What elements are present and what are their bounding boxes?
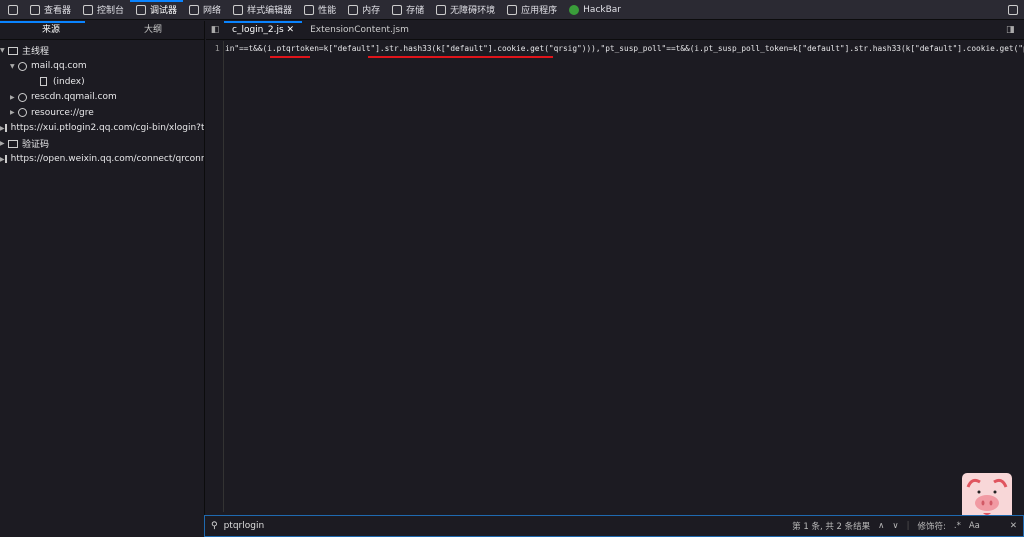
frame-icon bbox=[4, 155, 7, 164]
tree-item[interactable]: ▶ https://open.weixin.qq.com/connect/qrco… bbox=[0, 152, 204, 168]
tree-item-label: https://xui.ptlogin2.qq.com/cgi-bin/xlog… bbox=[10, 123, 204, 134]
picker-button[interactable] bbox=[2, 0, 24, 20]
tree-item[interactable]: (index) bbox=[0, 74, 204, 90]
tool-label: HackBar bbox=[583, 4, 621, 15]
tree-item[interactable]: ▼ 主线程 bbox=[0, 43, 204, 59]
globe-icon bbox=[18, 108, 27, 118]
tool-label: 网络 bbox=[203, 6, 222, 16]
tool-label: 应用程序 bbox=[521, 6, 558, 16]
red-underline bbox=[368, 56, 553, 58]
tree-item[interactable]: ▶ resource://gre bbox=[0, 105, 204, 121]
tab-tool-8[interactable]: 无障碍环境 bbox=[430, 0, 501, 20]
close-icon[interactable]: ✕ bbox=[287, 25, 295, 35]
tool-icon bbox=[83, 4, 94, 15]
tool-label: 存储 bbox=[406, 6, 425, 16]
tree-item-label: 验证码 bbox=[22, 140, 50, 151]
tab-tool-0[interactable]: 查看器 bbox=[24, 0, 77, 20]
tab-label: c_login_2.js bbox=[232, 24, 284, 35]
tab-tool-7[interactable]: 存储 bbox=[386, 0, 430, 20]
tool-icon bbox=[233, 4, 244, 15]
frame-icon bbox=[4, 124, 7, 133]
picker-icon bbox=[8, 4, 18, 15]
tree-item-label: https://open.weixin.qq.com/connect/qrcon… bbox=[10, 154, 204, 165]
case-toggle[interactable]: Aa bbox=[969, 521, 980, 531]
globe-icon bbox=[18, 92, 27, 102]
tab-tool-1[interactable]: 控制台 bbox=[77, 0, 130, 20]
tab-tool-3[interactable]: 网络 bbox=[183, 0, 227, 20]
search-results-count: 第 1 条, 共 2 条结果 bbox=[792, 522, 871, 532]
tab-tool-4[interactable]: 样式编辑器 bbox=[227, 0, 298, 20]
tab-tool-10[interactable]: HackBar bbox=[563, 0, 627, 20]
tree-item[interactable]: ▶ rescdn.qqmail.com bbox=[0, 90, 204, 106]
next-result-button[interactable]: ∨ bbox=[892, 521, 898, 531]
expand-arrow-icon[interactable]: ▼ bbox=[0, 47, 8, 54]
sources-sidebar: 来源 大纲 ▼ 主线程 ▼ mail.qq.com (index) ▶ rescdn.qqm… bbox=[0, 21, 205, 537]
tool-icon bbox=[136, 4, 147, 15]
tool-label: 调试器 bbox=[150, 6, 178, 16]
tree-item-label: rescdn.qqmail.com bbox=[31, 92, 117, 103]
source-tree: ▼ 主线程 ▼ mail.qq.com (index) ▶ rescdn.qqmail.co… bbox=[0, 40, 204, 167]
expand-arrow-icon[interactable]: ▼ bbox=[10, 63, 18, 70]
file-icon bbox=[40, 77, 47, 87]
tool-icon bbox=[436, 4, 447, 15]
tree-item-label: resource://gre bbox=[31, 107, 94, 118]
globe-icon bbox=[18, 61, 27, 71]
tab-c-login-2-js[interactable]: c_login_2.js ✕ bbox=[224, 20, 303, 40]
tool-label: 无障碍环境 bbox=[450, 6, 496, 16]
regex-toggle[interactable]: .* bbox=[954, 521, 961, 531]
tree-item[interactable]: ▶ https://xui.ptlogin2.qq.com/cgi-bin/xlo… bbox=[0, 121, 204, 137]
frame-icon bbox=[8, 46, 18, 55]
tool-label: 控制台 bbox=[97, 6, 125, 16]
tool-icon bbox=[507, 4, 518, 15]
tool-icon bbox=[569, 4, 580, 15]
tool-icon bbox=[304, 4, 315, 15]
line-number: 1 bbox=[206, 41, 224, 512]
tool-icon bbox=[189, 4, 200, 15]
tab-sources[interactable]: 来源 bbox=[0, 21, 102, 39]
tool-icon bbox=[392, 4, 403, 15]
toggle-panel-icon[interactable]: ◨ bbox=[1006, 25, 1024, 35]
editor-tabs: ◧ c_login_2.js ✕ ExtensionContent.jsm ◨ bbox=[206, 20, 1024, 40]
red-underline bbox=[270, 56, 310, 58]
code-line[interactable]: in"==t&&(i.ptqrtoken=k["default"].str.ha… bbox=[225, 41, 1024, 56]
tree-item-label: mail.qq.com bbox=[31, 61, 87, 72]
modifiers-label: 修饰符: bbox=[917, 522, 946, 532]
tree-item-label: 主线程 bbox=[22, 47, 50, 58]
tab-tool-2[interactable]: 调试器 bbox=[130, 0, 184, 20]
expand-arrow-icon[interactable]: ▶ bbox=[10, 94, 18, 101]
dock-icon bbox=[1008, 4, 1018, 15]
expand-arrow-icon[interactable]: ▶ bbox=[10, 109, 18, 116]
search-icon: ⚲ bbox=[211, 521, 218, 531]
devtools-toolbar: 查看器 控制台 调试器 网络 样式编辑器 性能 内存 存储 无障碍环境 应用程序 HackBar bbox=[0, 0, 1024, 20]
search-bar: ⚲ 第 1 条, 共 2 条结果 ∧ ∨ | 修饰符: .* Aa ✕ bbox=[204, 515, 1024, 537]
tool-icon bbox=[348, 4, 359, 15]
tree-item-label: (index) bbox=[53, 76, 85, 87]
tab-extension-content[interactable]: ExtensionContent.jsm bbox=[302, 21, 417, 40]
tool-label: 内存 bbox=[362, 6, 381, 16]
search-input[interactable] bbox=[223, 521, 793, 531]
tree-item[interactable]: ▼ mail.qq.com bbox=[0, 59, 204, 75]
tool-label: 样式编辑器 bbox=[247, 6, 293, 16]
dock-button[interactable] bbox=[1002, 0, 1024, 20]
expand-arrow-icon[interactable]: ▶ bbox=[0, 140, 8, 147]
toggle-sidebar-icon[interactable]: ◧ bbox=[206, 25, 224, 35]
tab-outline[interactable]: 大纲 bbox=[102, 21, 204, 39]
tool-label: 性能 bbox=[318, 6, 337, 16]
tool-icon bbox=[30, 4, 40, 15]
frame-icon bbox=[8, 139, 18, 148]
tab-tool-9[interactable]: 应用程序 bbox=[501, 0, 563, 20]
tree-item[interactable]: ▶ 验证码 bbox=[0, 136, 204, 152]
close-search-button[interactable]: ✕ bbox=[1010, 521, 1017, 531]
tab-tool-5[interactable]: 性能 bbox=[298, 0, 342, 20]
previous-result-button[interactable]: ∧ bbox=[878, 521, 884, 531]
tab-tool-6[interactable]: 内存 bbox=[342, 0, 386, 20]
tool-label: 查看器 bbox=[44, 6, 72, 16]
